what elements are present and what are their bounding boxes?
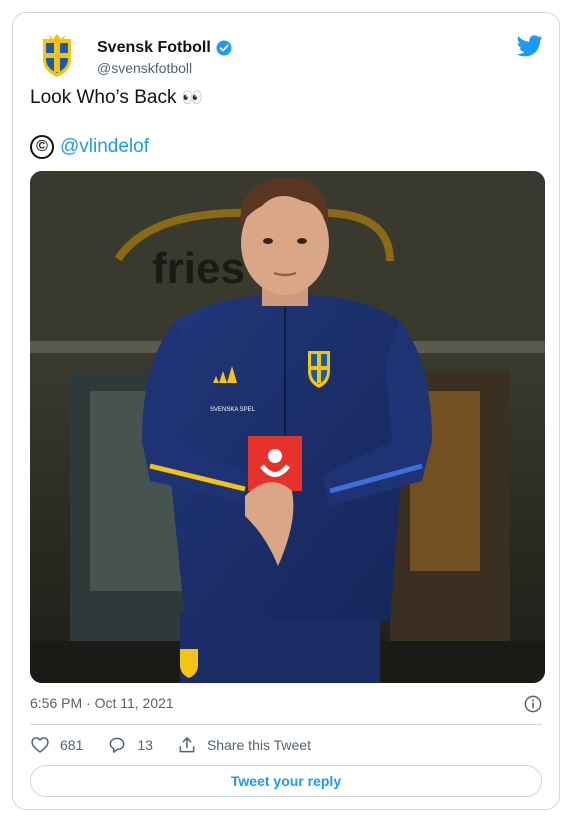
- info-icon[interactable]: [524, 695, 542, 713]
- verified-badge-icon: [216, 40, 232, 56]
- jersey-sponsor-text: SVENSKA SPEL: [210, 407, 256, 413]
- twitter-bird-icon[interactable]: [517, 35, 543, 57]
- divider: [30, 724, 542, 725]
- background-sign-text: fries: [152, 244, 245, 293]
- tweet-header: Svensk Fotboll @svenskfotboll: [25, 23, 547, 77]
- photo-credit: © @vlindelof: [30, 135, 149, 159]
- like-button[interactable]: 681: [30, 735, 83, 755]
- author-display-name[interactable]: Svensk Fotboll: [97, 39, 211, 57]
- tweet-photo[interactable]: fries SVENSKA SPEL: [30, 171, 545, 683]
- reply-count-button[interactable]: 13: [107, 735, 153, 755]
- author-info[interactable]: Svensk Fotboll @svenskfotboll: [97, 39, 233, 76]
- eyes-emoji: 👀: [181, 88, 204, 107]
- copyright-icon: ©: [30, 135, 54, 159]
- share-icon: [179, 737, 195, 753]
- tweet-card: Svensk Fotboll @svenskfotboll Look Who’s…: [12, 12, 560, 810]
- comment-bubble-icon: [109, 737, 125, 753]
- share-button[interactable]: Share this Tweet: [177, 735, 311, 755]
- like-count: 681: [60, 737, 84, 753]
- heart-icon: [31, 737, 49, 753]
- share-label: Share this Tweet: [206, 737, 311, 753]
- author-handle[interactable]: @svenskfotboll: [97, 60, 233, 76]
- tweet-text-content: Look Who’s Back: [30, 87, 177, 108]
- tweet-text: Look Who’s Back 👀: [30, 87, 204, 109]
- swedish-crest-icon[interactable]: [33, 31, 81, 79]
- tweet-actions: 681 13 Share this Tweet: [30, 735, 335, 755]
- credit-mention-link[interactable]: @vlindelof: [60, 136, 149, 158]
- reply-count: 13: [137, 737, 153, 753]
- tweet-your-reply-button[interactable]: Tweet your reply: [30, 765, 542, 797]
- tweet-timestamp[interactable]: 6:56 PM · Oct 11, 2021: [30, 695, 174, 711]
